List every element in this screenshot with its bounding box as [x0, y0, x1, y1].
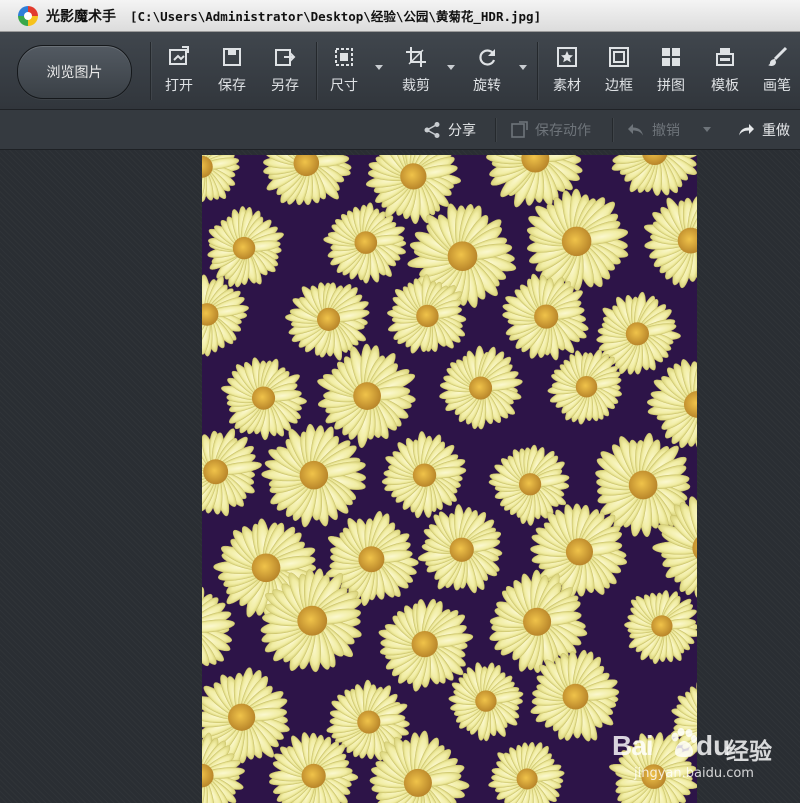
- flower-center: [232, 236, 256, 260]
- flower-center: [518, 473, 542, 496]
- save-action-icon: [509, 120, 529, 140]
- flower-center: [411, 631, 438, 658]
- border-label: 边框: [605, 78, 633, 94]
- flower-center: [651, 615, 673, 637]
- resize-icon: [333, 46, 355, 68]
- collage-button[interactable]: 拼图: [649, 46, 693, 98]
- flower-center: [203, 459, 229, 485]
- browse-images-button[interactable]: 浏览图片: [17, 45, 132, 99]
- redo-label: 重做: [762, 123, 790, 139]
- flower-center: [317, 307, 341, 331]
- save-label: 保存: [218, 78, 246, 94]
- material-button[interactable]: 素材: [545, 46, 589, 98]
- action-separator: [495, 118, 496, 142]
- flower-center: [469, 376, 493, 400]
- share-button[interactable]: 分享: [422, 119, 476, 141]
- chrysanthemum-image: [202, 155, 697, 803]
- flower-center: [403, 768, 432, 797]
- rotate-button[interactable]: 旋转: [465, 46, 509, 98]
- file-path: [C:\Users\Administrator\Desktop\经验\公园\黄菊…: [130, 9, 542, 24]
- rotate-label: 旋转: [473, 78, 501, 94]
- flower-center: [299, 460, 329, 490]
- redo-icon: [736, 120, 756, 140]
- template-button[interactable]: 模板: [703, 46, 747, 98]
- flower-center: [523, 607, 552, 636]
- flower-center: [400, 163, 427, 190]
- brush-button[interactable]: 画笔: [755, 46, 799, 98]
- crop-icon: [405, 46, 427, 68]
- material-icon: [556, 46, 578, 68]
- save-as-icon: [274, 46, 296, 68]
- flower-center: [357, 710, 381, 734]
- redo-button[interactable]: 重做: [736, 119, 790, 141]
- app-title: 光影魔术手: [46, 8, 116, 25]
- border-icon: [608, 46, 630, 68]
- flower-center: [475, 690, 497, 712]
- toolbar-separator: [537, 42, 538, 100]
- flower-center: [561, 226, 592, 257]
- flower-center: [447, 241, 478, 272]
- share-icon: [422, 120, 442, 140]
- flower-center: [449, 537, 474, 562]
- brush-icon: [766, 46, 788, 68]
- flower-center: [534, 304, 559, 329]
- flower-center: [412, 463, 437, 487]
- template-label: 模板: [711, 78, 739, 94]
- collage-icon: [660, 46, 682, 68]
- template-icon: [714, 46, 736, 68]
- material-label: 素材: [553, 78, 581, 94]
- action-bar: 分享 保存动作 撤销 重做: [0, 110, 800, 150]
- flower-center: [562, 683, 589, 710]
- open-label: 打开: [165, 78, 193, 94]
- open-button[interactable]: 打开: [157, 46, 201, 98]
- share-label: 分享: [448, 123, 476, 139]
- collage-label: 拼图: [657, 78, 685, 94]
- flower-center: [297, 605, 328, 636]
- crop-dropdown-icon[interactable]: [447, 65, 455, 70]
- resize-dropdown-icon[interactable]: [375, 65, 383, 70]
- save-as-label: 另存: [271, 78, 299, 94]
- resize-button[interactable]: 尺寸: [322, 46, 366, 98]
- flower-center: [416, 304, 439, 328]
- flower-center: [625, 322, 649, 346]
- flower-center: [516, 768, 538, 790]
- action-separator: [612, 118, 613, 142]
- brush-label: 画笔: [763, 78, 791, 94]
- save-as-button[interactable]: 另存: [263, 46, 307, 98]
- save-icon: [221, 46, 243, 68]
- image-canvas[interactable]: [0, 150, 800, 803]
- flower-center: [251, 553, 281, 583]
- flower-center: [565, 538, 594, 566]
- undo-icon: [626, 120, 646, 140]
- flower-center: [228, 703, 256, 731]
- crop-label: 裁剪: [402, 78, 430, 94]
- toolbar-separator: [150, 42, 151, 100]
- flower-center: [575, 375, 598, 398]
- rotate-icon: [476, 46, 498, 68]
- save-button[interactable]: 保存: [210, 46, 254, 98]
- toolbar-separator: [316, 42, 317, 100]
- open-icon: [168, 46, 190, 68]
- flower-center: [301, 763, 326, 789]
- flower-center: [251, 386, 276, 410]
- flower-center: [353, 382, 381, 410]
- save-action-button[interactable]: 保存动作: [509, 119, 591, 141]
- undo-dropdown-icon[interactable]: [703, 127, 711, 132]
- border-button[interactable]: 边框: [597, 46, 641, 98]
- crop-button[interactable]: 裁剪: [394, 46, 438, 98]
- resize-label: 尺寸: [330, 78, 358, 94]
- flower-center: [354, 231, 378, 254]
- save-action-label: 保存动作: [535, 123, 591, 139]
- flower-photo[interactable]: [202, 155, 697, 803]
- flower-center: [641, 764, 667, 789]
- title-bar: 光影魔术手 [C:\Users\Administrator\Desktop\经验…: [0, 0, 800, 32]
- flower-center: [628, 470, 658, 500]
- rotate-dropdown-icon[interactable]: [519, 65, 527, 70]
- undo-button[interactable]: 撤销: [626, 119, 680, 141]
- main-toolbar: 浏览图片 打开 保存 另存 尺寸 裁剪 旋转 素材 边框 拼图 模板 画笔: [0, 32, 800, 110]
- app-logo-icon: [18, 5, 38, 26]
- flower-center: [358, 546, 385, 573]
- undo-label: 撤销: [652, 123, 680, 139]
